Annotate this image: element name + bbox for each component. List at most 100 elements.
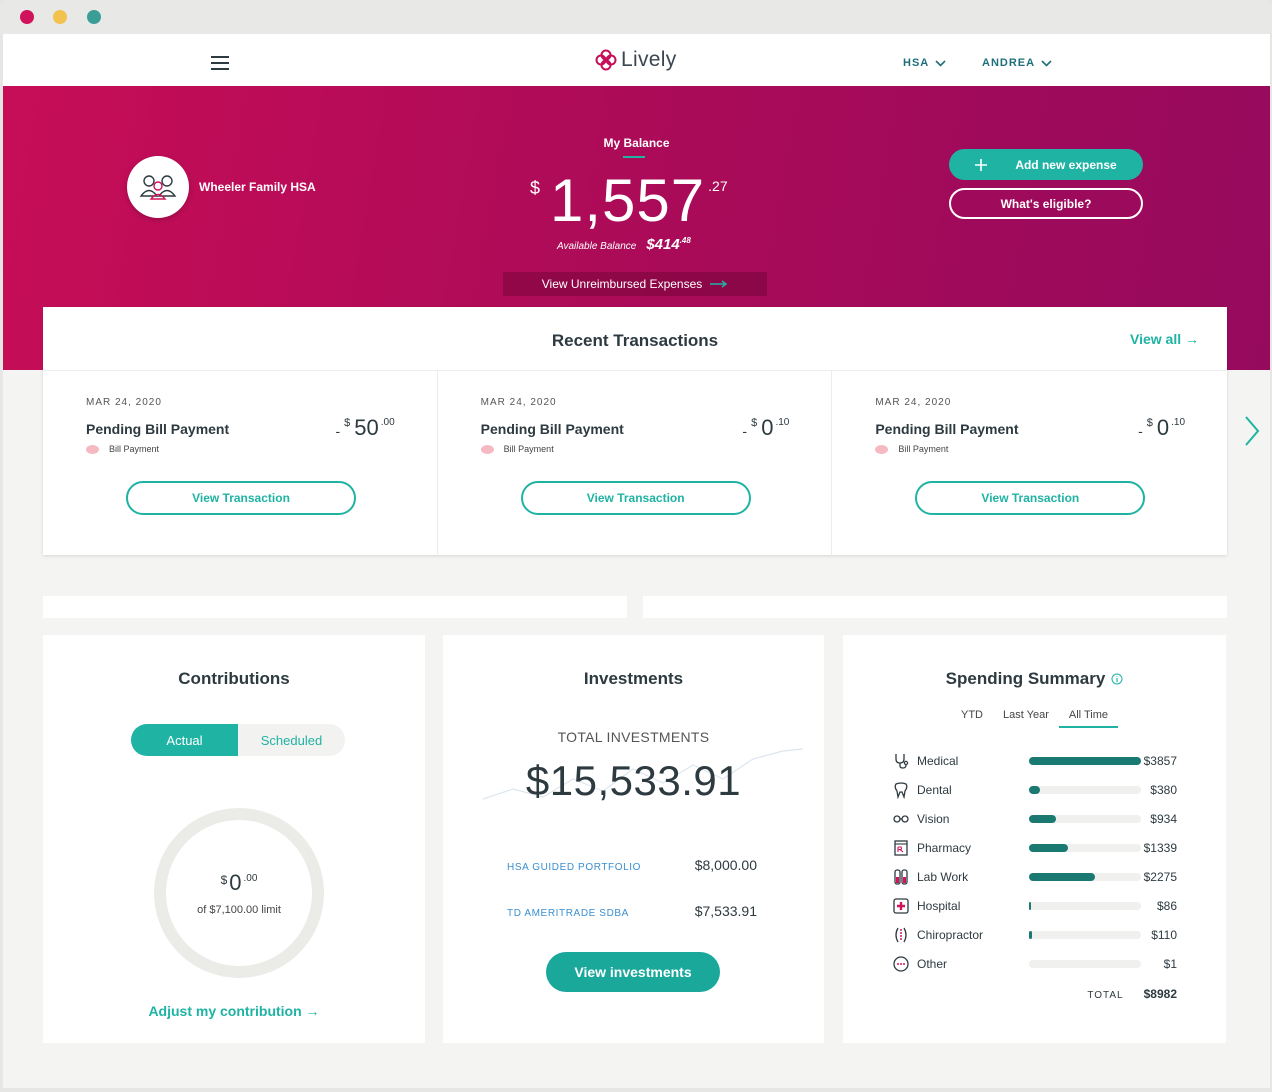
balance-currency: $ [530,178,541,198]
spending-category: Dental [917,783,952,797]
view-investments-button[interactable]: View investments [546,952,720,992]
balance-label: My Balance [603,136,670,150]
page-viewport: Lively HSA ANDREA Wheeler Family HSA My … [3,34,1270,1088]
tab-actual[interactable]: Actual [131,724,238,756]
spending-bar-fill [1029,815,1056,823]
lively-logo[interactable]: Lively [595,48,677,72]
user-dropdown-label: ANDREA [982,57,1036,69]
spending-amount: $380 [1150,783,1177,797]
lively-logo-icon [595,49,617,71]
spending-row: Chiropractor $110 [891,925,1177,945]
contribution-whole: 0 [229,870,242,895]
spending-total: TOTAL $8982 [891,987,1177,1001]
view-transaction-button[interactable]: View Transaction [126,481,356,515]
spending-row: Lab Work $2275 [891,867,1177,887]
account-dropdown[interactable]: HSA [903,57,946,69]
transaction-item: MAR 24, 2020 Pending Bill Payment - $ 50… [43,371,438,556]
tab-scheduled[interactable]: Scheduled [238,724,345,756]
category-label: Bill Payment [109,444,160,454]
spending-amount: $934 [1150,812,1177,826]
spending-row: Other $1 [891,954,1177,974]
browser-window: Lively HSA ANDREA Wheeler Family HSA My … [0,0,1272,1092]
transaction-item: MAR 24, 2020 Pending Bill Payment - $ 0 … [832,371,1227,556]
spending-bar [1029,960,1141,968]
view-transaction-button[interactable]: View Transaction [520,481,751,515]
spending-bar [1029,931,1141,939]
transaction-amount: - $ 0 .10 [1138,415,1185,441]
spending-row: Medical $3857 [891,751,1177,771]
amount-sign: - [742,423,748,439]
add-expense-button[interactable]: Add new expense [949,149,1143,180]
view-unreimbursed-label: View Unreimbursed Expenses [541,277,703,291]
maximize-window-button[interactable] [87,10,101,24]
account-switcher[interactable]: Wheeler Family HSA [127,156,316,218]
transaction-item: MAR 24, 2020 Pending Bill Payment - $ 0 … [438,371,833,556]
balance-cents: .27 [708,178,728,194]
amount-cents: .00 [380,417,395,428]
contribution-cents: .00 [243,873,258,884]
amount-whole: 0 [761,415,774,440]
info-icon[interactable] [1111,673,1123,685]
tab-ytd[interactable]: YTD [951,709,993,728]
tab-last-year[interactable]: Last Year [993,709,1059,728]
contributions-title: Contributions [178,669,290,688]
menu-icon[interactable] [211,56,229,70]
collapsed-card-left [43,596,627,618]
spending-bar-fill [1029,844,1069,852]
spending-bar [1029,902,1141,910]
recent-transactions-card: Recent Transactions View all → MAR 24, 2… [43,307,1227,556]
transaction-category: Bill Payment [480,444,554,454]
user-dropdown[interactable]: ANDREA [982,57,1052,69]
spending-bar-fill [1029,931,1033,939]
tooth-icon [891,780,911,800]
spending-bar [1029,873,1141,881]
adjust-contribution-link[interactable]: Adjust my contribution → [43,1003,425,1019]
minimize-window-button[interactable] [53,10,67,24]
spending-category: Medical [917,754,959,768]
investment-value: $8,000.00 [694,857,757,873]
category-label: Bill Payment [898,444,949,454]
whats-eligible-button[interactable]: What's eligible? [949,188,1143,219]
transaction-title: Pending Bill Payment [875,421,1019,437]
recent-transactions-title: Recent Transactions [551,331,719,350]
arrow-right-icon [710,280,728,288]
amount-whole: 50 [354,415,379,440]
spending-amount: $1339 [1143,841,1177,855]
spending-bar-fill [1029,757,1141,765]
balance-amount: $ 1,557 .27 [530,168,728,234]
view-all-link[interactable]: View all → [1130,331,1199,347]
spending-summary-title: Spending Summary [945,669,1106,688]
glasses-icon [891,809,911,829]
category-label: Bill Payment [503,444,554,454]
spending-amount: $86 [1156,899,1177,913]
investments-card: Investments TOTAL INVESTMENTS $15,533.91… [443,635,824,1043]
category-dot [875,444,889,454]
spending-category: Vision [917,812,950,826]
chevron-right-icon[interactable] [1243,414,1261,448]
spending-category: Other [917,957,948,971]
investments-title: Investments [583,669,684,688]
transaction-date: MAR 24, 2020 [875,397,952,408]
dots-circle-icon [891,954,911,974]
spending-total-amount: $8982 [1143,987,1177,1001]
transaction-amount: - $ 50 .00 [335,415,394,441]
prescription-icon [891,838,911,858]
spending-bar [1029,815,1141,823]
spending-bar [1029,844,1141,852]
investment-name[interactable]: TD AMERITRADE SDBA [507,908,629,919]
view-unreimbursed-button[interactable]: View Unreimbursed Expenses [503,272,767,296]
view-transaction-button[interactable]: View Transaction [915,481,1146,515]
contributions-card: Contributions Actual Scheduled $ 0 .00 o… [43,635,425,1043]
spending-bar [1029,757,1141,765]
investment-name[interactable]: HSA GUIDED PORTFOLIO [507,862,641,873]
spending-period-tabs: YTD Last Year All Time [843,709,1226,728]
tab-all-time[interactable]: All Time [1058,709,1118,728]
investment-value: $7,533.91 [694,903,757,919]
collapsed-card-right [643,596,1227,618]
transaction-date: MAR 24, 2020 [86,397,162,408]
amount-sign: - [335,423,341,439]
spending-summary-header: Spending Summary [843,669,1226,689]
spending-bar-fill [1029,902,1032,910]
family-icon [139,175,177,200]
close-window-button[interactable] [20,10,34,24]
